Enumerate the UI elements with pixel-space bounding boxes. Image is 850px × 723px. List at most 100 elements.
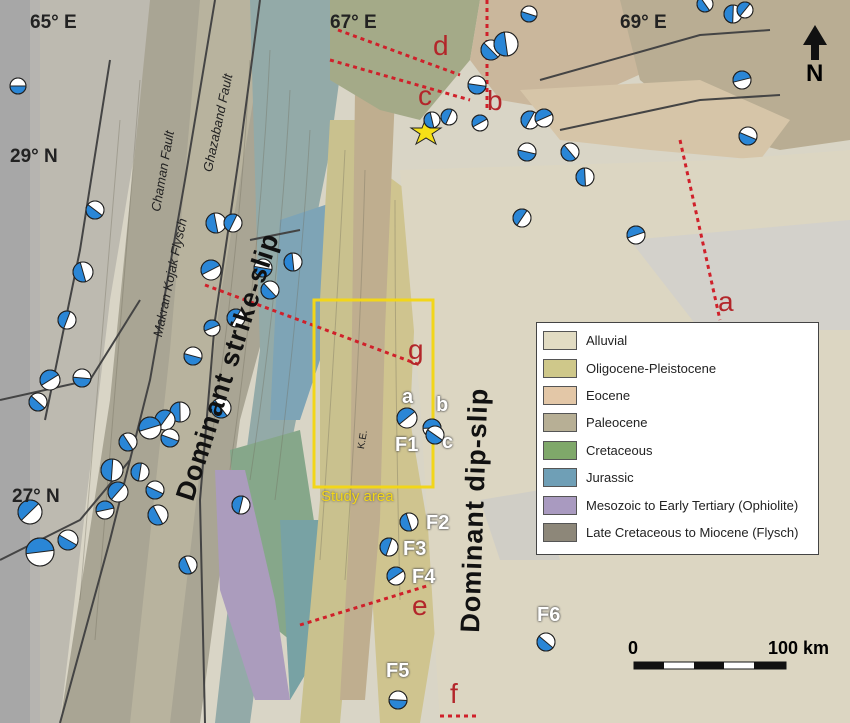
focal-mechanism-icon (399, 512, 419, 532)
focal-mechanism-icon (512, 208, 532, 228)
profile-label-a: a (718, 286, 734, 317)
focal-mechanism-icon (423, 111, 441, 129)
legend-item: Jurassic (543, 464, 812, 491)
lat-29-label: 29° N (10, 146, 58, 167)
legend-item: Eocene (543, 382, 812, 409)
focal-mechanism-icon (386, 566, 406, 586)
scale-end-label: 100 km (768, 638, 830, 658)
focal-mechanism-icon (160, 428, 180, 448)
legend-label: Eocene (586, 387, 631, 403)
legend-swatch (543, 522, 577, 542)
event-label-b: b (436, 394, 449, 416)
legend: Alluvial Oligocene-Pleistocene Eocene Paleo… (536, 322, 819, 555)
focal-mechanism-icon (138, 416, 162, 440)
geologic-map: 65° E 67° E 69° E 29° N 27° N Chaman Fau… (0, 0, 850, 723)
legend-item: Late Cretaceous to Miocene (Flysch) (543, 519, 812, 546)
legend-swatch (543, 331, 577, 351)
profile-label-g: g (408, 334, 424, 365)
legend-item: Mesozoic to Early Tertiary (Ophiolite) (543, 491, 812, 518)
legend-swatch (543, 468, 577, 488)
focal-mechanism-icon (283, 252, 303, 272)
lon-69-label: 69° E (620, 12, 667, 33)
legend-label: Cretaceous (586, 442, 653, 458)
focal-mechanism-icon (85, 200, 105, 220)
lat-27-label: 27° N (12, 486, 60, 507)
focal-mechanism-icon (560, 142, 580, 162)
profile-label-c: c (418, 80, 432, 111)
legend-item: Paleocene (543, 409, 812, 436)
profile-label-e: e (412, 590, 428, 621)
legend-label: Mesozoic to Early Tertiary (Ophiolite) (586, 497, 799, 513)
focal-mechanism-icon (178, 555, 198, 575)
focal-mechanism-icon (72, 261, 94, 283)
legend-item: Cretaceous (543, 437, 812, 464)
legend-label: Jurassic (586, 470, 634, 486)
focal-mechanism-icon (467, 75, 487, 95)
focal-mechanism-icon (118, 432, 138, 452)
legend-item: Oligocene-Pleistocene (543, 354, 812, 381)
focal-mechanism-icon (72, 368, 92, 388)
legend-swatch (543, 440, 577, 460)
focal-mechanism-icon (520, 5, 538, 23)
event-label-F2: F2 (426, 512, 450, 534)
event-label-F6: F6 (537, 604, 561, 626)
focal-mechanism-icon (738, 126, 758, 146)
focal-mechanism-icon (517, 142, 537, 162)
focal-mechanism-icon (100, 458, 124, 482)
focal-mechanism-icon (183, 346, 203, 366)
lon-65-label: 65° E (30, 12, 77, 33)
focal-mechanism-icon (732, 70, 752, 90)
focal-mechanism-icon (223, 213, 243, 233)
focal-mechanism-icon (493, 31, 519, 57)
focal-mechanism-icon (147, 504, 169, 526)
focal-mechanism-icon (696, 0, 714, 13)
legend-swatch (543, 495, 577, 515)
legend-swatch (543, 413, 577, 433)
study-area-label: Study area (321, 488, 394, 505)
focal-mechanism-icon (534, 108, 554, 128)
focal-mechanism-icon (95, 500, 115, 520)
focal-mechanism-icon (28, 392, 48, 412)
legend-item: Alluvial (543, 327, 812, 354)
event-label-c: c (442, 431, 454, 453)
focal-mechanism-icon (388, 690, 408, 710)
focal-mechanism-icon (626, 225, 646, 245)
legend-label: Alluvial (586, 333, 628, 349)
event-label-F5: F5 (386, 660, 410, 682)
profile-label-f: f (450, 678, 458, 709)
north-label: N (806, 60, 824, 87)
legend-swatch (543, 358, 577, 378)
lon-67-label: 67° E (330, 12, 377, 33)
focal-mechanism-icon (57, 310, 77, 330)
legend-label: Oligocene-Pleistocene (586, 360, 717, 376)
focal-mechanism-icon (396, 407, 418, 429)
focal-mechanism-icon (57, 529, 79, 551)
focal-mechanism-icon (203, 319, 221, 337)
legend-swatch (543, 385, 577, 405)
focal-mechanism-icon (205, 212, 227, 234)
focal-mechanism-icon (536, 632, 556, 652)
focal-mechanism-icon (130, 462, 150, 482)
focal-mechanism-icon (25, 537, 55, 567)
focal-mechanism-icon (440, 108, 458, 126)
event-label-a: a (402, 386, 414, 408)
profile-label-b: b (487, 85, 503, 116)
event-label-F3: F3 (403, 538, 427, 560)
focal-mechanism-icon (471, 114, 489, 132)
legend-label: Late Cretaceous to Miocene (Flysch) (586, 524, 799, 540)
focal-mechanism-icon (231, 495, 251, 515)
focal-mechanism-icon (9, 77, 27, 95)
scale-start-label: 0 (628, 638, 639, 658)
event-label-F4: F4 (412, 566, 436, 588)
focal-mechanism-icon (200, 259, 222, 281)
event-label-F1: F1 (395, 434, 419, 456)
legend-label: Paleocene (586, 415, 648, 431)
focal-mechanism-icon (575, 167, 595, 187)
focal-mechanism-icon (145, 480, 165, 500)
profile-label-d: d (433, 30, 449, 61)
focal-mechanism-icon (107, 481, 129, 503)
focal-mechanism-icon (736, 1, 754, 19)
scale-bar (633, 661, 787, 670)
focal-mechanism-icon (39, 369, 61, 391)
focal-mechanism-icon (379, 537, 399, 557)
